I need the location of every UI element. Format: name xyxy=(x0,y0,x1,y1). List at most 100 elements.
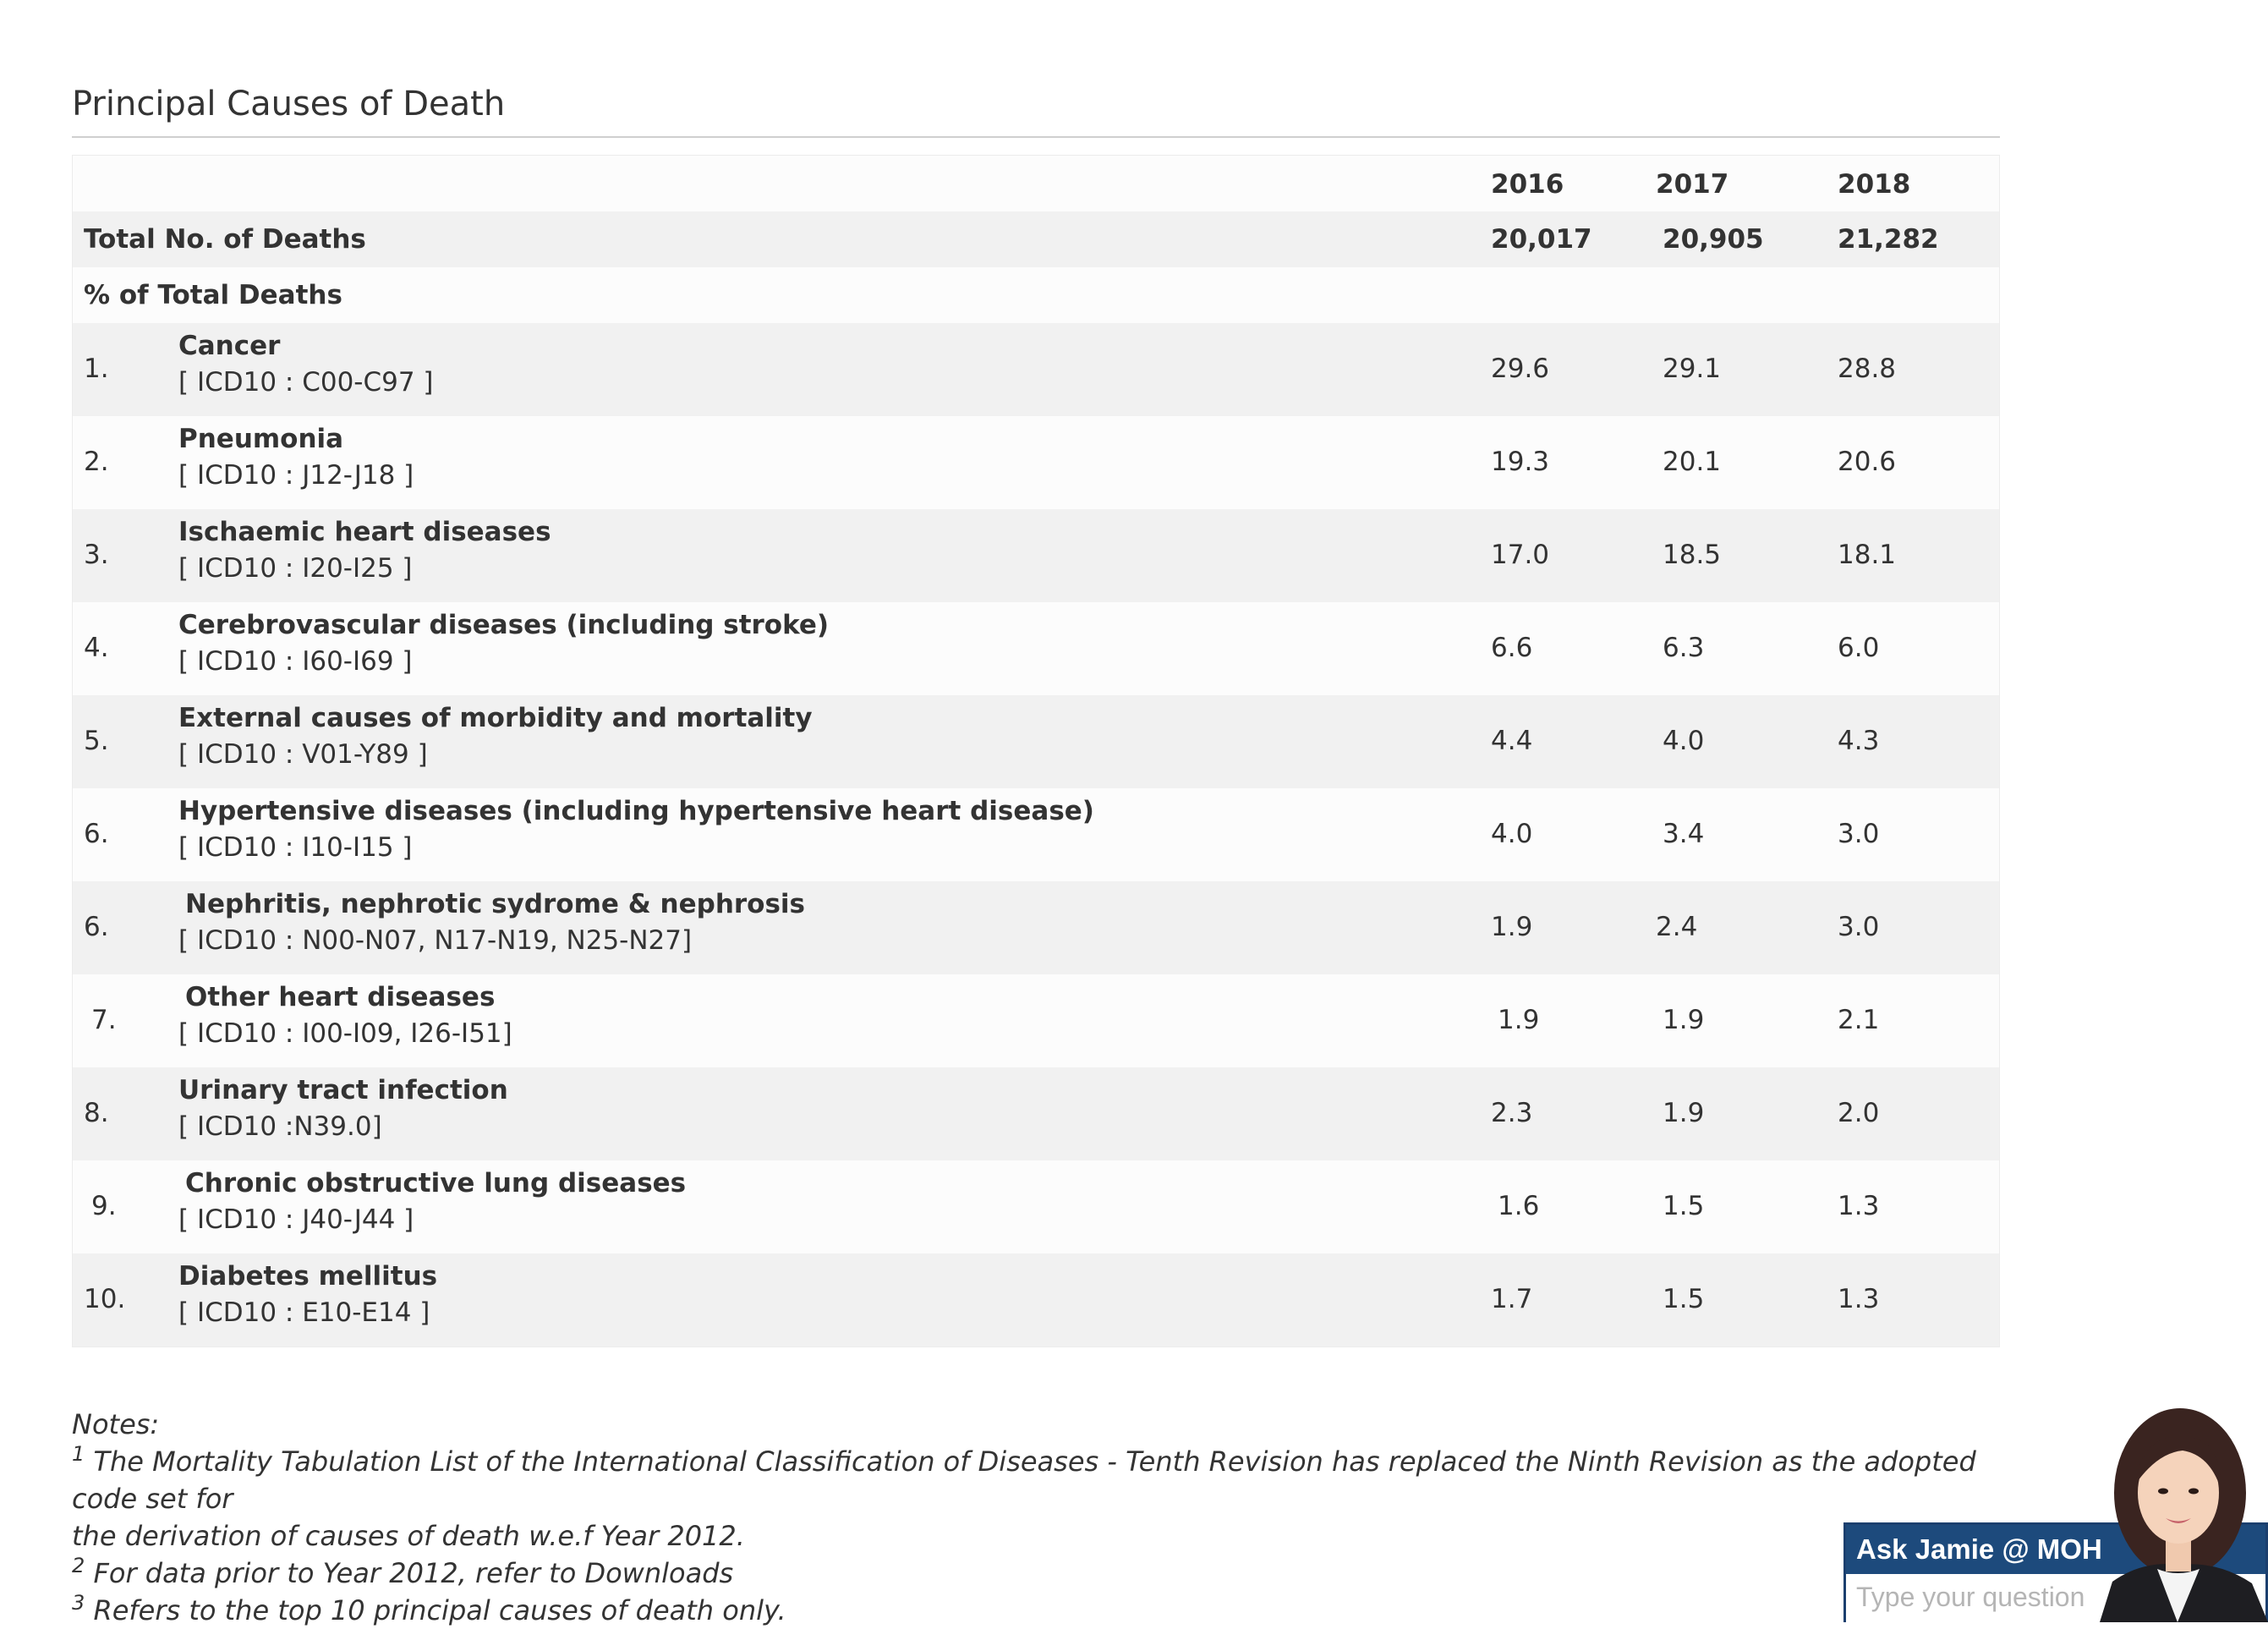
note-item: 2 For data prior to Year 2012, refer to … xyxy=(72,1555,2017,1592)
cause-rank: 1. xyxy=(84,354,109,384)
cause-value-2017: 1.9 xyxy=(1663,1098,1705,1128)
cause-name: External causes of morbidity and mortali… xyxy=(178,703,813,733)
cause-name: Urinary tract infection xyxy=(178,1075,508,1105)
table-row: 2. Pneumonia [ ICD10 : J12-J18 ] 19.3 20… xyxy=(73,416,1999,509)
cause-value-2016: 29.6 xyxy=(1491,354,1550,384)
cause-value-2018: 28.8 xyxy=(1838,354,1897,384)
year-header-2017: 2017 xyxy=(1656,169,1729,200)
table-row: 9. Chronic obstructive lung diseases [ I… xyxy=(73,1160,1999,1253)
total-deaths-row: Total No. of Deaths 20,017 20,905 21,282 xyxy=(73,211,1999,267)
percent-total-deaths-label: % of Total Deaths xyxy=(84,280,342,310)
cause-value-2016: 17.0 xyxy=(1491,540,1550,570)
cause-value-2017: 3.4 xyxy=(1663,819,1705,849)
total-deaths-2016: 20,017 xyxy=(1491,224,1592,255)
table-row: 3. Ischaemic heart diseases [ ICD10 : I2… xyxy=(73,509,1999,602)
page-title: Principal Causes of Death xyxy=(72,85,506,123)
cause-value-2017: 18.5 xyxy=(1663,540,1722,570)
cause-icd-code: [ ICD10 : V01-Y89 ] xyxy=(178,739,428,770)
cause-icd-code: [ ICD10 :N39.0] xyxy=(178,1111,382,1142)
cause-rank: 10. xyxy=(84,1284,126,1314)
cause-value-2018: 3.0 xyxy=(1838,912,1880,942)
cause-rank: 6. xyxy=(84,912,109,942)
cause-name: Other heart diseases xyxy=(185,982,496,1012)
cause-value-2018: 2.0 xyxy=(1838,1098,1880,1128)
percent-total-deaths-row: % of Total Deaths xyxy=(73,267,1999,323)
note-text: the derivation of causes of death w.e.f … xyxy=(72,1520,745,1552)
cause-name: Ischaemic heart diseases xyxy=(178,517,551,547)
cause-rank: 7. xyxy=(91,1005,117,1035)
cause-rank: 4. xyxy=(84,633,109,663)
title-divider xyxy=(72,136,2000,138)
assistant-avatar[interactable] xyxy=(2083,1404,2268,1622)
cause-name: Pneumonia xyxy=(178,424,344,454)
cause-value-2018: 20.6 xyxy=(1838,447,1897,477)
table-row: 10. Diabetes mellitus [ ICD10 : E10-E14 … xyxy=(73,1253,1999,1347)
cause-name: Cancer xyxy=(178,331,281,361)
cause-rank: 2. xyxy=(84,447,109,477)
cause-value-2016: 19.3 xyxy=(1491,447,1550,477)
table-row: 6. Nephritis, nephrotic sydrome & nephro… xyxy=(73,881,1999,974)
ask-jamie-chat-widget[interactable]: Ask Jamie @ MOH xyxy=(1843,1404,2268,1622)
note-item: 3 Refers to the top 10 principal causes … xyxy=(72,1592,2017,1629)
cause-rank: 8. xyxy=(84,1098,109,1128)
cause-icd-code: [ ICD10 : E10-E14 ] xyxy=(178,1297,430,1328)
cause-icd-code: [ ICD10 : J12-J18 ] xyxy=(178,460,414,491)
cause-icd-code: [ ICD10 : N00-N07, N17-N19, N25-N27] xyxy=(178,925,693,956)
cause-value-2016: 1.7 xyxy=(1491,1284,1533,1314)
cause-name: Chronic obstructive lung diseases xyxy=(185,1168,687,1198)
table-row: 5. External causes of morbidity and mort… xyxy=(73,695,1999,788)
causes-of-death-table: 2016 2017 2018 Total No. of Deaths 20,01… xyxy=(72,155,2000,1347)
cause-value-2016: 1.9 xyxy=(1491,912,1533,942)
cause-value-2017: 20.1 xyxy=(1663,447,1722,477)
cause-value-2017: 1.9 xyxy=(1663,1005,1705,1035)
note-text: For data prior to Year 2012, refer to Do… xyxy=(93,1557,734,1589)
cause-icd-code: [ ICD10 : C00-C97 ] xyxy=(178,367,434,398)
cause-name: Hypertensive diseases (including hyperte… xyxy=(178,796,1094,826)
cause-rank: 3. xyxy=(84,540,109,570)
cause-icd-code: [ ICD10 : J40-J44 ] xyxy=(178,1204,414,1235)
cause-value-2018: 2.1 xyxy=(1838,1005,1880,1035)
cause-value-2016: 4.4 xyxy=(1491,726,1533,756)
chat-question-input[interactable] xyxy=(1856,1577,2110,1616)
assistant-avatar-illustration xyxy=(2100,1408,2268,1622)
cause-value-2017: 6.3 xyxy=(1663,633,1705,663)
note-marker: 2 xyxy=(72,1554,85,1577)
cause-value-2016: 1.9 xyxy=(1498,1005,1540,1035)
cause-name: Cerebrovascular diseases (including stro… xyxy=(178,610,830,640)
note-item: 1 The Mortality Tabulation List of the I… xyxy=(72,1443,2017,1517)
cause-value-2016: 1.6 xyxy=(1498,1191,1540,1221)
cause-icd-code: [ ICD10 : I10-I15 ] xyxy=(178,832,413,863)
cause-value-2016: 2.3 xyxy=(1491,1098,1533,1128)
year-header-2018: 2018 xyxy=(1838,169,1911,200)
notes-heading: Notes: xyxy=(72,1408,160,1440)
year-header-2016: 2016 xyxy=(1491,169,1564,200)
cause-name: Diabetes mellitus xyxy=(178,1261,438,1292)
table-row: 7. Other heart diseases [ ICD10 : I00-I0… xyxy=(73,974,1999,1067)
cause-icd-code: [ ICD10 : I20-I25 ] xyxy=(178,553,413,584)
cause-icd-code: [ ICD10 : I00-I09, I26-I51] xyxy=(178,1018,512,1049)
table-row: 1. Cancer [ ICD10 : C00-C97 ] 29.6 29.1 … xyxy=(73,323,1999,416)
note-marker: 3 xyxy=(72,1591,85,1615)
note-item: the derivation of causes of death w.e.f … xyxy=(72,1517,2017,1555)
cause-name: Nephritis, nephrotic sydrome & nephrosis xyxy=(185,889,806,919)
cause-rank: 6. xyxy=(84,819,109,849)
cause-value-2017: 29.1 xyxy=(1663,354,1722,384)
cause-icd-code: [ ICD10 : I60-I69 ] xyxy=(178,646,413,677)
note-marker: 1 xyxy=(72,1442,85,1466)
cause-value-2017: 2.4 xyxy=(1656,912,1698,942)
cause-value-2018: 1.3 xyxy=(1838,1191,1880,1221)
cause-value-2018: 4.3 xyxy=(1838,726,1880,756)
cause-value-2017: 1.5 xyxy=(1663,1284,1705,1314)
cause-value-2016: 6.6 xyxy=(1491,633,1533,663)
table-row: 6. Hypertensive diseases (including hype… xyxy=(73,788,1999,881)
cause-value-2018: 18.1 xyxy=(1838,540,1897,570)
table-header-row: 2016 2017 2018 xyxy=(73,156,1999,211)
cause-value-2018: 6.0 xyxy=(1838,633,1880,663)
table-row: 4. Cerebrovascular diseases (including s… xyxy=(73,602,1999,695)
cause-rank: 5. xyxy=(84,726,109,756)
cause-value-2016: 4.0 xyxy=(1491,819,1533,849)
cause-value-2018: 3.0 xyxy=(1838,819,1880,849)
note-text: The Mortality Tabulation List of the Int… xyxy=(72,1445,1976,1515)
total-deaths-2017: 20,905 xyxy=(1663,224,1764,255)
cause-value-2018: 1.3 xyxy=(1838,1284,1880,1314)
